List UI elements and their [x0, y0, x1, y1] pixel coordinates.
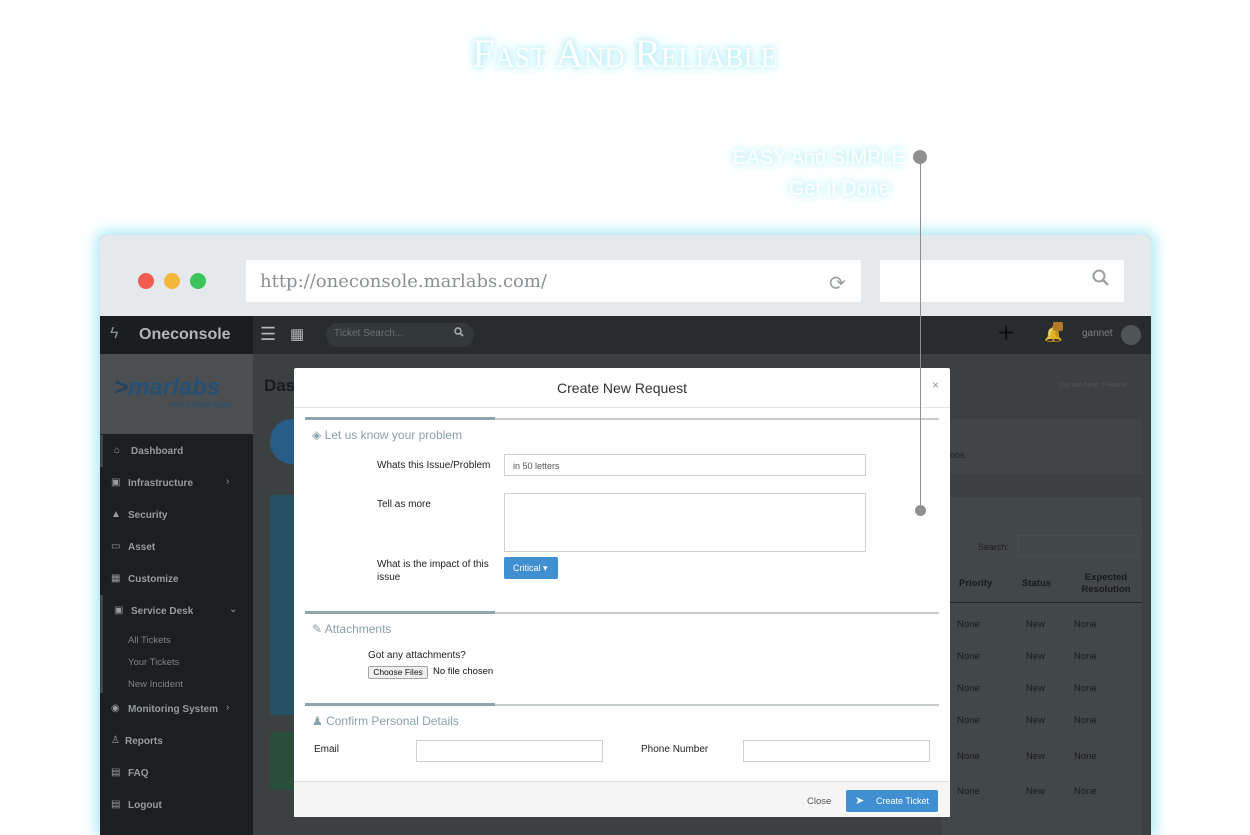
section-title-personal: ♟ Confirm Personal Details	[312, 714, 459, 728]
phone-field[interactable]	[743, 740, 930, 762]
callout-dot-bottom	[915, 505, 926, 516]
issue-input[interactable]: in 50 letters	[504, 454, 866, 476]
reload-icon[interactable]: ⟳	[829, 271, 846, 296]
phone-label: Phone Number	[641, 744, 709, 755]
section-title-attachments: ✎ Attachments	[312, 622, 392, 636]
tag-icon: ◈	[312, 428, 325, 442]
send-icon: ➤	[855, 795, 865, 807]
create-ticket-label: Create Ticket	[876, 796, 930, 806]
no-file-text: No file chosen	[433, 666, 494, 677]
callout-line	[920, 157, 921, 511]
browser-search-bar[interactable]	[880, 260, 1124, 302]
browser-chrome: http://oneconsole.marlabs.com/ ⟳	[100, 235, 1151, 316]
close-icon[interactable]: ×	[932, 378, 939, 392]
attach-label: Got any attachments?	[368, 650, 466, 661]
more-label: Tell as more	[377, 499, 431, 510]
choose-files-button[interactable]: Choose Files	[368, 666, 428, 679]
impact-label: What is the impact of this issue	[377, 559, 489, 583]
modal-title: Create New Request	[557, 380, 687, 396]
magnifier-icon[interactable]	[1092, 269, 1110, 293]
close-traffic-light[interactable]	[138, 273, 154, 289]
details-textarea[interactable]	[504, 493, 866, 552]
create-ticket-button[interactable]: ➤ Create Ticket	[846, 790, 938, 812]
issue-label: Whats this Issue/Problem	[377, 460, 491, 471]
hero-tagline-primary: EASY And SIMPLE	[733, 147, 905, 169]
url-text: http://oneconsole.marlabs.com/	[260, 271, 547, 292]
email-label: Email	[314, 744, 340, 755]
minimize-traffic-light[interactable]	[164, 273, 180, 289]
divider	[294, 407, 950, 408]
user-icon: ♟	[312, 714, 327, 728]
email-field[interactable]	[416, 740, 603, 762]
close-button[interactable]: Close	[807, 796, 831, 807]
section-title-problem: ◈ Let us know your problem	[312, 428, 462, 442]
hero-tagline-secondary: Get it Done	[788, 178, 890, 200]
create-request-modal: Create New Request × ◈ Let us know your …	[294, 368, 950, 817]
section-accent	[305, 611, 495, 614]
hero-headline: Fast And Reliable	[472, 31, 778, 76]
issue-placeholder: in 50 letters	[513, 461, 560, 471]
section-accent	[305, 417, 495, 420]
impact-dropdown[interactable]: Critical ▾	[504, 557, 558, 579]
callout-dot-top	[913, 150, 927, 164]
maximize-traffic-light[interactable]	[190, 273, 206, 289]
modal-footer: Close ➤ Create Ticket	[294, 781, 950, 817]
impact-value: Critical ▾	[513, 563, 548, 573]
section-accent	[305, 703, 495, 706]
paperclip-icon: ✎	[312, 622, 325, 636]
address-bar[interactable]: http://oneconsole.marlabs.com/ ⟳	[246, 260, 861, 302]
